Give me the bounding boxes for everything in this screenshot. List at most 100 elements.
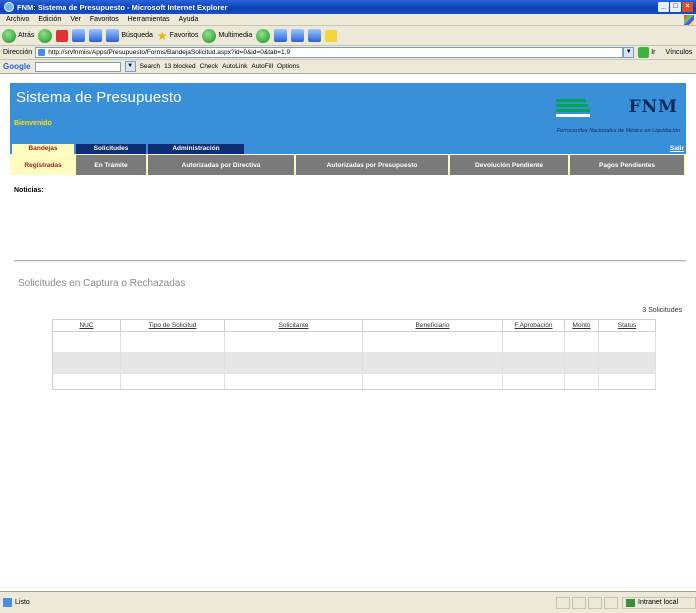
address-bar: Dirección http://srvfnmiis/Apps/Presupue… bbox=[0, 46, 696, 60]
close-button[interactable]: × bbox=[682, 2, 693, 12]
tab-registradas[interactable]: Registradas bbox=[12, 155, 74, 175]
table-cell bbox=[120, 351, 225, 374]
google-search-button[interactable]: Search bbox=[140, 63, 161, 70]
status-cell bbox=[556, 596, 570, 609]
go-label: Ir bbox=[651, 49, 656, 56]
refresh-icon[interactable] bbox=[72, 29, 86, 42]
stop-icon[interactable] bbox=[56, 29, 69, 42]
security-zone[interactable]: Intranet local bbox=[622, 596, 696, 609]
fnm-logo-subtitle: Ferrocarriles Nacionales de México en Li… bbox=[556, 128, 680, 134]
tab-bandejas[interactable]: Bandejas bbox=[12, 144, 74, 154]
tab-autorizadas-presupuesto[interactable]: Autorizadas por Presupuesto bbox=[296, 155, 448, 175]
welcome-text: Bienvenido bbox=[14, 120, 52, 127]
messenger-icon[interactable] bbox=[325, 29, 338, 42]
ie-icon bbox=[4, 2, 14, 12]
home-icon[interactable] bbox=[89, 29, 103, 42]
status-cell bbox=[604, 596, 618, 609]
options-button[interactable]: Options bbox=[277, 63, 299, 70]
column-header-status[interactable]: Status bbox=[598, 319, 656, 332]
menu-herramientas[interactable]: Herramientas bbox=[128, 16, 170, 23]
popup-blocked-button[interactable]: 13 blocked bbox=[164, 63, 195, 70]
links-button[interactable]: Vínculos bbox=[665, 49, 692, 56]
page-content: Sistema de Presupuesto Bienvenido FNM Fe… bbox=[0, 75, 696, 590]
status-cell bbox=[588, 596, 602, 609]
app-banner: Sistema de Presupuesto Bienvenido FNM Fe… bbox=[10, 83, 686, 143]
intranet-icon bbox=[626, 598, 635, 607]
table-row[interactable] bbox=[52, 351, 656, 374]
table-cell bbox=[120, 331, 225, 352]
table-cell bbox=[224, 351, 363, 374]
noticias-label: Noticias: bbox=[14, 187, 44, 194]
minimize-button[interactable]: _ bbox=[658, 2, 669, 12]
address-dropdown-icon[interactable]: ▼ bbox=[623, 47, 635, 58]
column-header-nuc[interactable]: NUC bbox=[52, 319, 121, 332]
table-cell bbox=[52, 373, 121, 390]
table-cell bbox=[224, 373, 363, 390]
column-header-tipo[interactable]: Tipo de Solicitud bbox=[120, 319, 225, 332]
tab-administracion[interactable]: Administración bbox=[148, 144, 244, 154]
table-cell bbox=[598, 373, 656, 390]
multimedia-icon bbox=[202, 28, 217, 43]
section-divider bbox=[14, 260, 686, 262]
table-cell bbox=[120, 373, 225, 390]
window-controls: _ □ × bbox=[658, 2, 696, 12]
column-header-solicitante[interactable]: Solicitante bbox=[224, 319, 363, 332]
fnm-logo-stripes-icon bbox=[556, 99, 590, 119]
table-cell bbox=[52, 331, 121, 352]
tab-en-tramite[interactable]: En Trámite bbox=[76, 155, 146, 175]
mail-icon[interactable] bbox=[274, 29, 288, 42]
primary-tabs: Bandejas Solicitudes Administración Sali… bbox=[10, 143, 686, 154]
google-toolbar: Google ▼ Search 13 blocked Check AutoLin… bbox=[0, 60, 696, 74]
column-header-beneficiario[interactable]: Beneficiario bbox=[362, 319, 503, 332]
table-cell bbox=[598, 351, 656, 374]
table-row[interactable] bbox=[52, 373, 656, 390]
table-row[interactable] bbox=[52, 331, 656, 352]
tab-pagos-pendientes[interactable]: Pagos Pendientes bbox=[570, 155, 684, 175]
menu-ayuda[interactable]: Ayuda bbox=[179, 16, 199, 23]
table-header-row: NUC Tipo de Solicitud Solicitante Benefi… bbox=[52, 319, 656, 332]
maximize-button[interactable]: □ bbox=[670, 2, 681, 12]
google-dropdown-icon[interactable]: ▼ bbox=[124, 61, 136, 72]
table-cell bbox=[224, 331, 363, 352]
google-logo[interactable]: Google bbox=[3, 62, 31, 71]
tab-devolucion-pendiente[interactable]: Devolución Pendiente bbox=[450, 155, 568, 175]
multimedia-label: Multimedia bbox=[218, 32, 253, 39]
go-arrow-icon bbox=[638, 47, 650, 58]
spellcheck-button[interactable]: Check bbox=[200, 63, 218, 70]
table-cell bbox=[598, 331, 656, 352]
menu-ver[interactable]: Ver bbox=[70, 16, 81, 23]
forward-arrow-icon[interactable] bbox=[38, 28, 53, 43]
back-button[interactable]: Atrás bbox=[2, 28, 34, 43]
edit-icon[interactable] bbox=[308, 29, 322, 42]
salir-link[interactable]: Salir bbox=[670, 144, 684, 154]
autofill-button[interactable]: AutoFill bbox=[251, 63, 273, 70]
menu-bar: Archivo Edición Ver Favoritos Herramient… bbox=[0, 14, 696, 26]
menu-favoritos[interactable]: Favoritos bbox=[90, 16, 119, 23]
favorites-label: Favoritos bbox=[169, 32, 199, 39]
status-cell bbox=[572, 596, 586, 609]
table-cell bbox=[564, 351, 599, 374]
google-search-input[interactable] bbox=[34, 61, 121, 72]
search-button[interactable]: Búsqueda bbox=[106, 29, 153, 42]
solicitudes-table: NUC Tipo de Solicitud Solicitante Benefi… bbox=[52, 319, 656, 390]
column-header-monto[interactable]: Monto bbox=[564, 319, 599, 332]
multimedia-button[interactable]: Multimedia bbox=[202, 28, 253, 43]
favorites-button[interactable]: ★ Favoritos bbox=[157, 30, 199, 42]
table-cell bbox=[362, 351, 503, 374]
go-button[interactable]: Ir bbox=[638, 47, 655, 58]
print-icon[interactable] bbox=[291, 29, 305, 42]
window-titlebar: FNM: Sistema de Presupuesto - Microsoft … bbox=[0, 0, 696, 14]
menu-edicion[interactable]: Edición bbox=[38, 16, 61, 23]
tab-autorizadas-directiva[interactable]: Autorizadas por Directiva bbox=[148, 155, 294, 175]
menu-archivo[interactable]: Archivo bbox=[6, 16, 29, 23]
app-title: Sistema de Presupuesto bbox=[16, 89, 182, 106]
status-bar: Listo Intranet local bbox=[0, 591, 696, 613]
address-input[interactable]: http://srvfnmiis/Apps/Presupuesto/Forms/… bbox=[35, 47, 624, 58]
autolink-button[interactable]: AutoLink bbox=[222, 63, 247, 70]
windows-logo-icon bbox=[684, 14, 694, 25]
history-icon[interactable] bbox=[256, 28, 271, 43]
tab-solicitudes[interactable]: Solicitudes bbox=[76, 144, 146, 154]
search-icon bbox=[106, 29, 120, 42]
search-label: Búsqueda bbox=[121, 32, 153, 39]
column-header-aprobacion[interactable]: F.Aprobación bbox=[502, 319, 565, 332]
